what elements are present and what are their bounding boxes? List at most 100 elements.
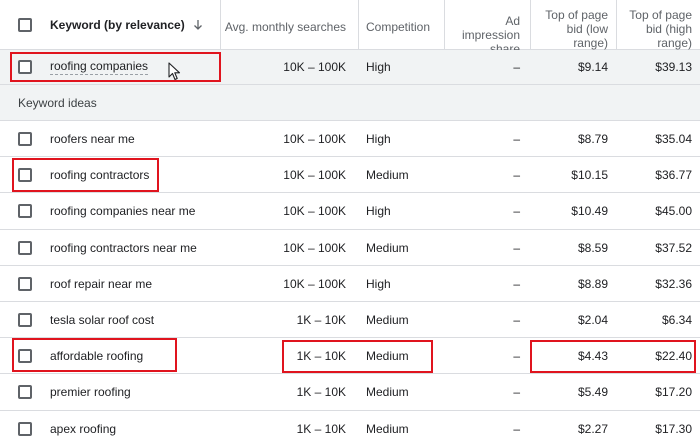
competition-cell: High <box>366 204 391 218</box>
row-checkbox[interactable] <box>18 385 32 399</box>
keyword-text: roofing companies near me <box>50 204 196 218</box>
table-row[interactable]: roofers near me 10K – 100K High – $8.79 … <box>0 121 700 157</box>
table-row[interactable]: roofing contractors near me 10K – 100K M… <box>0 230 700 266</box>
keyword-text: roof repair near me <box>50 276 153 291</box>
low-bid-cell: $8.79 <box>577 131 608 146</box>
competition-cell: Medium <box>366 167 409 182</box>
table-row[interactable]: tesla solar roof cost 1K – 10K Medium – … <box>0 302 700 338</box>
competition-cell: High <box>366 60 391 74</box>
row-checkbox-cell[interactable] <box>0 266 50 301</box>
keyword-cell: roofing contractors near me <box>50 230 220 265</box>
keyword-cell: roof repair near me <box>50 266 220 301</box>
competition-cell: High <box>366 276 391 291</box>
impression-cell: – <box>513 60 520 74</box>
row-checkbox-cell[interactable] <box>0 374 50 410</box>
avg-cell: 10K – 100K <box>283 167 346 182</box>
competition-cell: Medium <box>366 240 409 255</box>
high-bid-header[interactable]: Top of page bid (high range) <box>616 0 700 50</box>
high-bid-cell: $17.30 <box>655 421 692 436</box>
table-row[interactable]: premier roofing 1K – 10K Medium – $5.49 … <box>0 374 700 411</box>
keyword-cell: apex roofing <box>50 411 220 442</box>
keyword-column-header[interactable]: Keyword (by relevance) <box>50 0 220 49</box>
keyword-text: premier roofing <box>50 385 131 399</box>
row-checkbox[interactable] <box>18 167 32 182</box>
sort-arrow-down-icon[interactable] <box>193 19 203 31</box>
competition-cell: High <box>366 131 391 146</box>
keyword-text: roofing companies <box>50 59 149 75</box>
row-checkbox[interactable] <box>18 348 32 363</box>
low-bid-cell: $10.15 <box>571 167 608 182</box>
row-checkbox-cell[interactable] <box>0 302 50 337</box>
high-bid-cell: $45.00 <box>655 204 692 218</box>
high-bid-cell: $22.40 <box>655 348 692 363</box>
row-checkbox[interactable] <box>18 421 32 436</box>
impression-cell: – <box>513 240 520 255</box>
row-checkbox-cell[interactable] <box>0 50 50 84</box>
low-bid-cell: $8.89 <box>577 276 608 291</box>
high-bid-label-line1: Top of page <box>629 8 692 22</box>
low-bid-cell: $2.04 <box>577 312 608 327</box>
avg-cell: 1K – 10K <box>296 312 346 327</box>
high-bid-cell: $37.52 <box>655 240 692 255</box>
avg-cell: 1K – 10K <box>296 421 346 436</box>
high-bid-cell: $6.34 <box>661 312 692 327</box>
competition-cell: Medium <box>366 312 409 327</box>
mouse-cursor-icon <box>168 62 181 81</box>
ad-impression-share-header[interactable]: Ad impression share <box>444 0 530 56</box>
low-bid-cell: $2.27 <box>577 421 608 436</box>
high-bid-label-line2: bid (high <box>645 22 692 36</box>
row-checkbox[interactable] <box>18 312 32 327</box>
impression-cell: – <box>513 385 520 399</box>
high-bid-cell: $36.77 <box>655 167 692 182</box>
row-checkbox[interactable] <box>18 131 32 146</box>
row-checkbox-cell[interactable] <box>0 121 50 156</box>
keyword-cell: tesla solar roof cost <box>50 302 220 337</box>
competition-cell: Medium <box>366 385 409 399</box>
row-checkbox-cell[interactable] <box>0 230 50 265</box>
high-bid-column-label: Top of page bid (high range) <box>629 8 692 50</box>
high-bid-cell: $35.04 <box>655 131 692 146</box>
row-checkbox-cell[interactable] <box>0 411 50 442</box>
high-bid-cell: $17.20 <box>655 385 692 399</box>
row-checkbox-cell[interactable] <box>0 157 50 192</box>
keyword-cell: roofing companies <box>50 50 220 84</box>
low-bid-cell: $8.59 <box>577 240 608 255</box>
table-row[interactable]: apex roofing 1K – 10K Medium – $2.27 $17… <box>0 411 700 442</box>
row-checkbox[interactable] <box>18 204 32 218</box>
avg-cell: 10K – 100K <box>283 276 346 291</box>
table-row[interactable]: roofing companies near me 10K – 100K Hig… <box>0 193 700 230</box>
table-row[interactable]: roof repair near me 10K – 100K High – $8… <box>0 266 700 302</box>
table-row[interactable]: affordable roofing 1K – 10K Medium – $4.… <box>0 338 700 374</box>
row-checkbox-cell[interactable] <box>0 193 50 229</box>
low-bid-cell: $9.14 <box>577 60 608 74</box>
keyword-column-label: Keyword (by relevance) <box>50 17 185 32</box>
row-checkbox[interactable] <box>18 60 32 74</box>
keyword-text: roofing contractors <box>50 167 150 182</box>
competition-header[interactable]: Competition <box>358 0 444 49</box>
keyword-text: tesla solar roof cost <box>50 312 155 327</box>
keyword-cell: premier roofing <box>50 374 220 410</box>
avg-monthly-searches-header[interactable]: Avg. monthly searches <box>220 0 358 49</box>
impression-cell: – <box>513 348 520 363</box>
impression-cell: – <box>513 421 520 436</box>
section-label: Keyword ideas <box>18 95 97 110</box>
avg-cell: 10K – 100K <box>283 60 346 74</box>
impression-label-line1: Ad impression <box>461 14 520 42</box>
impression-cell: – <box>513 312 520 327</box>
table-row[interactable]: roofing contractors 10K – 100K Medium – … <box>0 157 700 193</box>
avg-cell: 1K – 10K <box>296 348 346 363</box>
high-bid-cell: $32.36 <box>655 276 692 291</box>
row-checkbox[interactable] <box>18 240 32 255</box>
select-all-cell[interactable] <box>0 0 50 49</box>
keyword-cell: roofers near me <box>50 121 220 156</box>
row-checkbox[interactable] <box>18 276 32 291</box>
low-bid-label-line2: bid (low <box>566 22 608 36</box>
impression-cell: – <box>513 167 520 182</box>
avg-cell: 10K – 100K <box>283 204 346 218</box>
low-bid-header[interactable]: Top of page bid (low range) <box>530 0 616 50</box>
table-row[interactable]: roofing companies 10K – 100K High – $9.1… <box>0 50 700 85</box>
row-checkbox-cell[interactable] <box>0 338 50 373</box>
select-all-checkbox[interactable] <box>18 17 32 32</box>
impression-cell: – <box>513 276 520 291</box>
avg-cell: 1K – 10K <box>296 385 346 399</box>
